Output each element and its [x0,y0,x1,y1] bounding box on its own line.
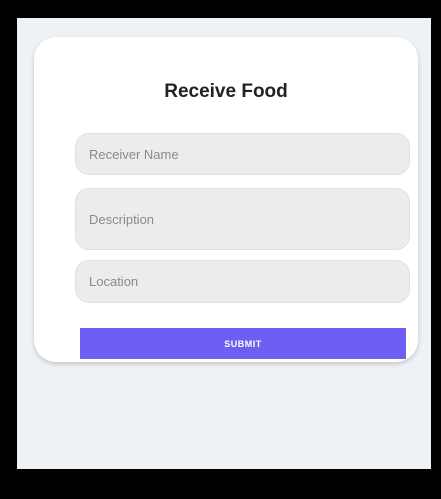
location-input[interactable]: Location [75,260,410,303]
receive-food-card: Receive Food Receiver Name Description L… [34,37,418,362]
form-title: Receive Food [164,81,288,102]
device-frame: Receive Food Receiver Name Description L… [0,0,441,499]
submit-button[interactable]: SUBMIT [80,328,406,359]
receiver-name-input[interactable]: Receiver Name [75,133,410,175]
app-screen: Receive Food Receiver Name Description L… [17,18,431,469]
description-input[interactable]: Description [75,188,410,250]
